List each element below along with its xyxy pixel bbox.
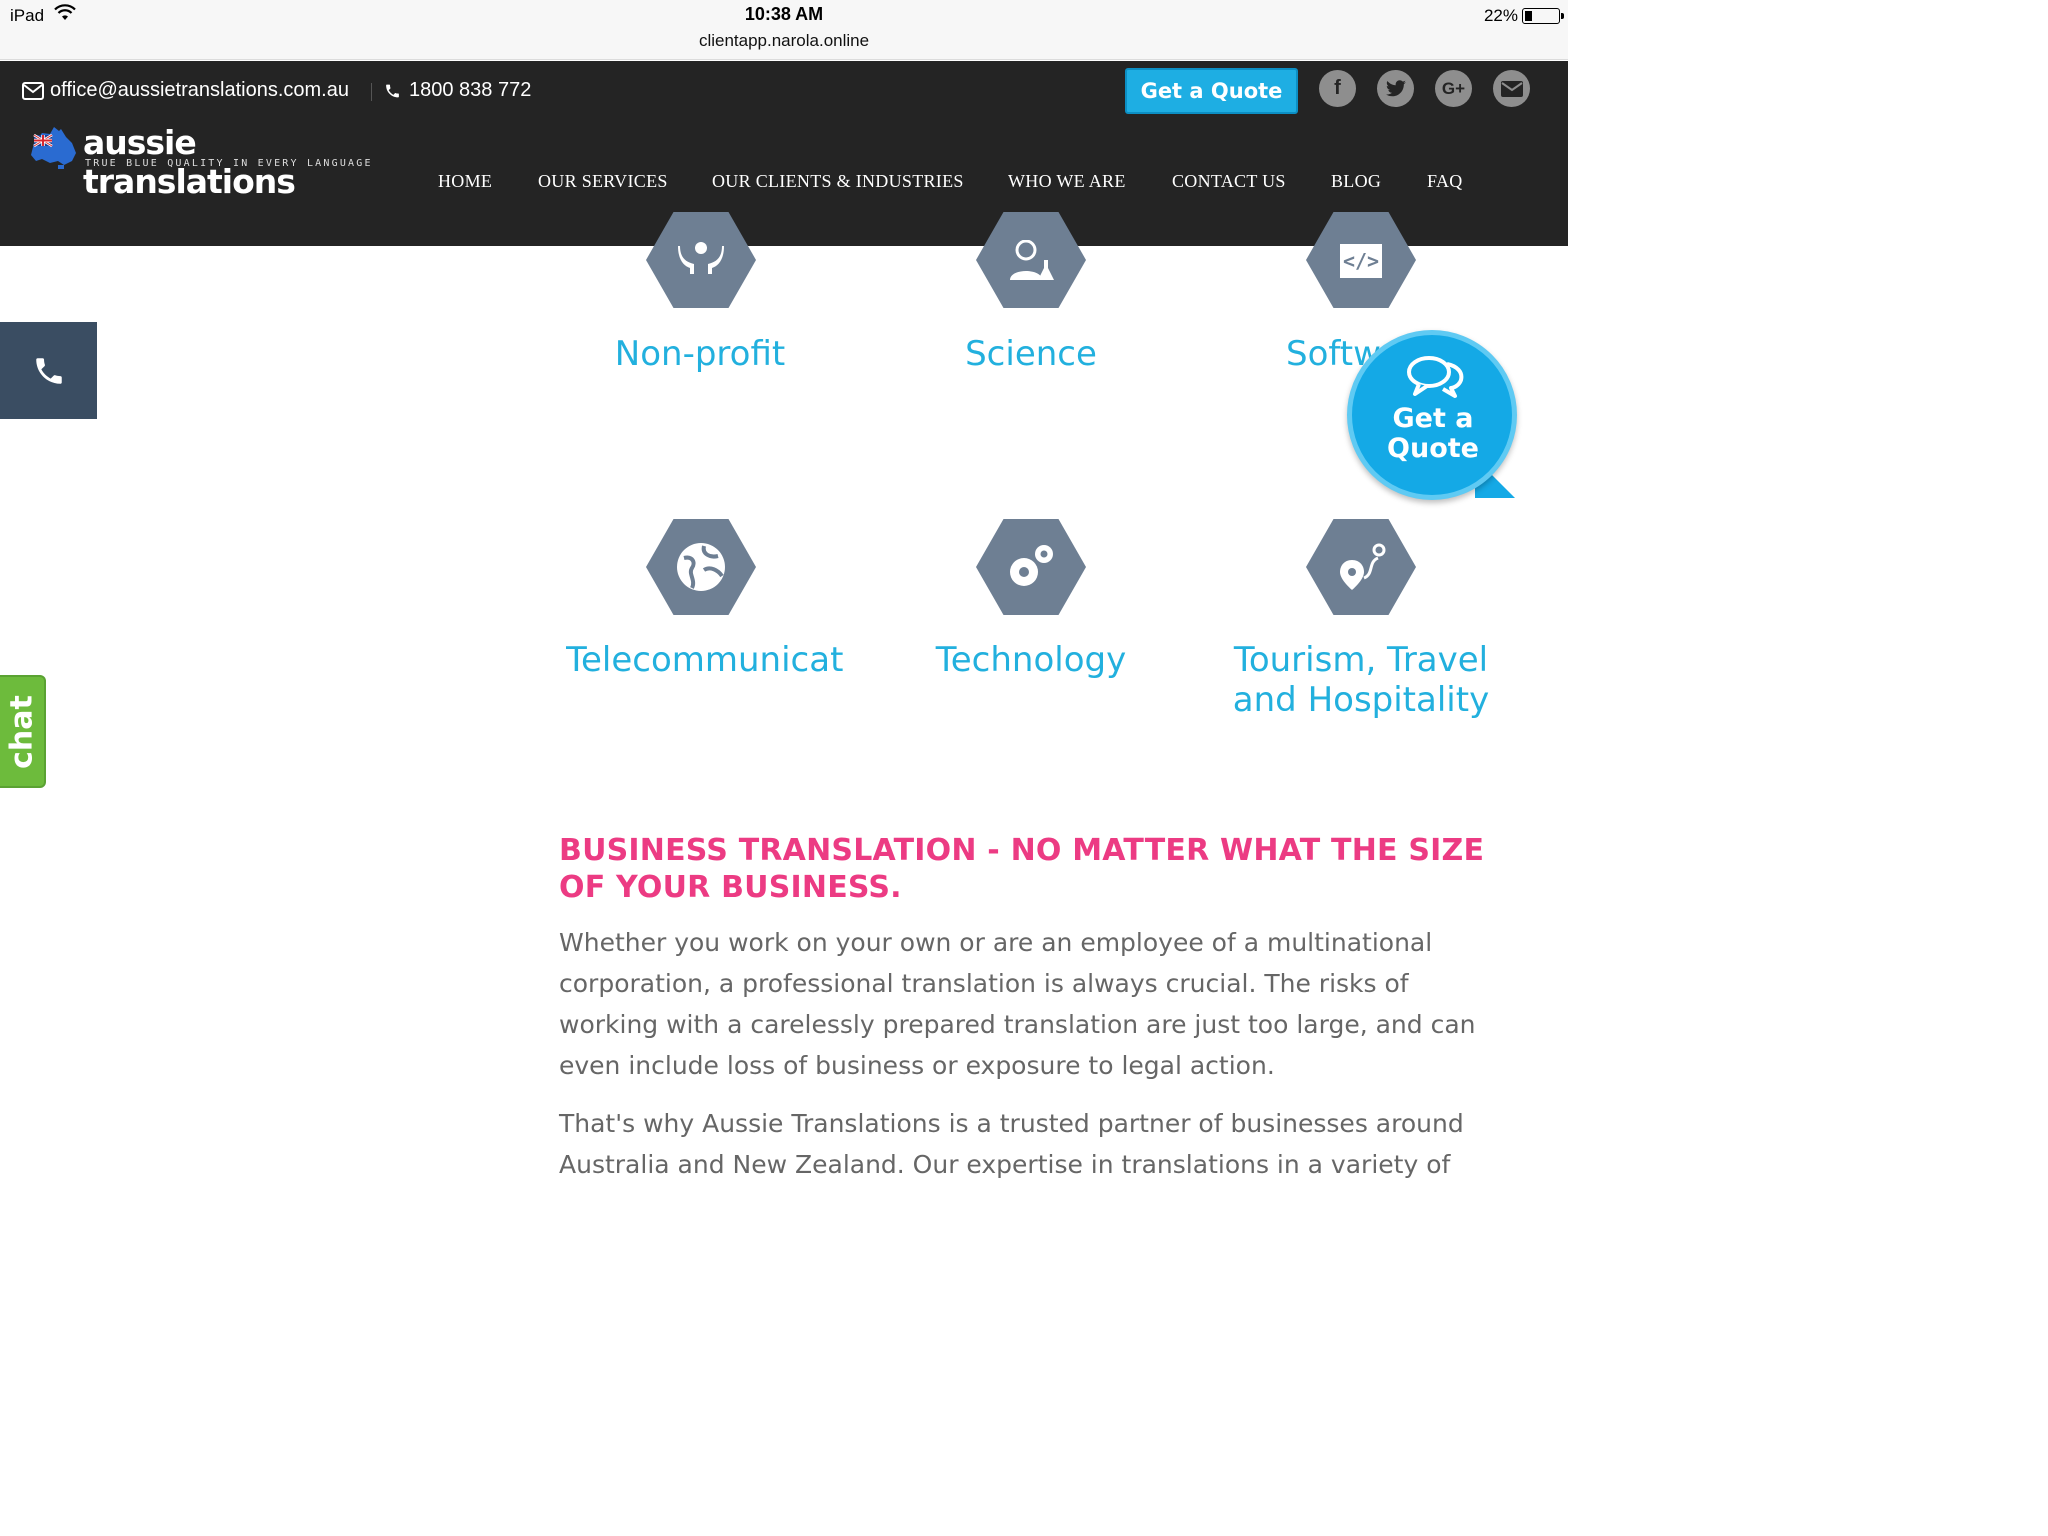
envelope-icon: [22, 81, 44, 100]
floating-quote-button[interactable]: Get a Quote: [1347, 330, 1519, 502]
twitter-icon[interactable]: [1377, 70, 1414, 107]
call-button[interactable]: [0, 322, 97, 419]
logo-tagline: TRUE BLUE QUALITY IN EVERY LANGUAGE: [85, 158, 373, 169]
chat-label: chat: [4, 694, 40, 769]
main-navigation: HOME OUR SERVICES OUR CLIENTS & INDUSTRI…: [0, 171, 1568, 191]
email-link[interactable]: office@aussietranslations.com.au: [22, 79, 349, 102]
email-address: office@aussietranslations.com.au: [50, 79, 349, 101]
clock: 10:38 AM: [744, 4, 824, 24]
nav-home[interactable]: HOME: [438, 171, 492, 192]
battery-percentage: 22%: [1483, 6, 1518, 25]
section-heading: BUSINESS TRANSLATION - NO MATTER WHAT TH…: [559, 833, 1485, 905]
australia-map-icon: [31, 127, 76, 169]
paragraph: That's why Aussie Translations is a trus…: [559, 1109, 1464, 1179]
phone-link[interactable]: 1800 838 772: [384, 79, 531, 102]
phone-number: 1800 838 772: [409, 79, 532, 101]
divider: [371, 83, 372, 101]
nav-blog[interactable]: BLOG: [1331, 171, 1381, 192]
google-plus-icon[interactable]: G+: [1435, 70, 1472, 107]
bubble-label: Get a Quote: [1347, 404, 1519, 464]
industry-label-line: and Hospitality: [1232, 680, 1490, 720]
nav-who-we-are[interactable]: WHO WE ARE: [1008, 171, 1126, 192]
get-quote-button[interactable]: Get a Quote: [1125, 68, 1298, 114]
industry-label[interactable]: Technology: [890, 640, 1172, 680]
location-pin-icon[interactable]: [1306, 519, 1416, 615]
svg-text:</>: </>: [1343, 249, 1379, 273]
address-bar[interactable]: clientapp.narola.online: [0, 31, 1568, 51]
industry-label[interactable]: Science: [890, 334, 1172, 374]
battery-icon: [1522, 8, 1564, 24]
bubble-label-line: Get a: [1392, 403, 1474, 434]
chat-tab[interactable]: chat: [0, 675, 46, 788]
site-logo[interactable]: aussie translations TRUE BLUE QUALITY IN…: [28, 123, 371, 201]
paragraph: Whether you work on your own or are an e…: [559, 928, 1476, 1080]
bubble-label-line: Quote: [1387, 433, 1479, 464]
facebook-icon[interactable]: f: [1319, 70, 1356, 107]
phone-icon: [35, 357, 62, 384]
status-bar: iPad 10:38 AM clientapp.narola.online 22…: [0, 0, 1568, 60]
nav-faq[interactable]: FAQ: [1427, 171, 1463, 192]
nav-clients-industries[interactable]: OUR CLIENTS & INDUSTRIES: [712, 171, 964, 192]
industry-label[interactable]: Non-profit: [560, 334, 840, 374]
mail-icon[interactable]: [1493, 70, 1530, 107]
nav-our-services[interactable]: OUR SERVICES: [538, 171, 668, 192]
industry-label[interactable]: Telecommunicati: [566, 640, 844, 680]
gears-icon[interactable]: [976, 519, 1086, 615]
nav-contact-us[interactable]: CONTACT US: [1172, 171, 1286, 192]
industry-label[interactable]: Tourism, Travel and Hospitality: [1220, 640, 1502, 720]
phone-icon: [386, 84, 399, 97]
industry-label-line: Tourism, Travel: [1233, 640, 1489, 680]
chat-bubbles-icon: [1407, 356, 1464, 398]
globe-icon[interactable]: [646, 519, 756, 615]
